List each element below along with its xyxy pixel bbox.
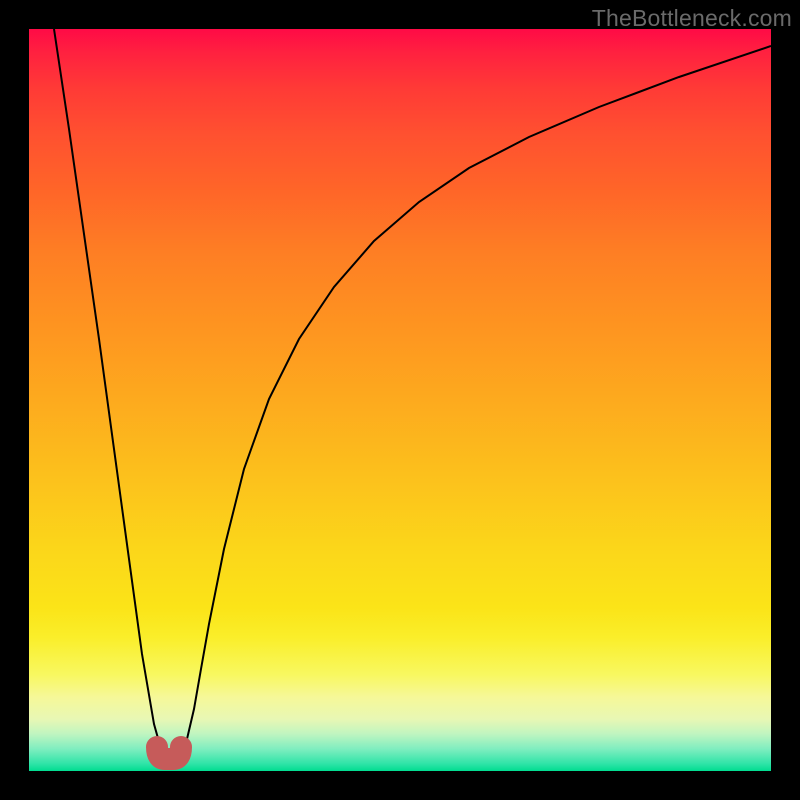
chart-container: TheBottleneck.com [0,0,800,800]
plot-background [29,29,771,771]
watermark-text: TheBottleneck.com [592,5,792,32]
